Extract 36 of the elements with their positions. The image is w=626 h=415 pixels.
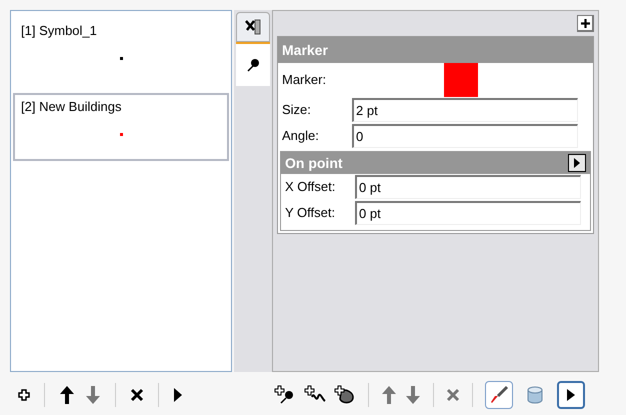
play-icon — [566, 388, 576, 402]
play-button[interactable] — [557, 380, 585, 408]
cylinder-icon — [525, 384, 545, 404]
plus-icon — [580, 18, 590, 28]
section-header: On point — [285, 154, 343, 173]
field-label: X Offset: — [285, 178, 336, 196]
triangle-right-icon — [573, 157, 581, 169]
add-line-icon[interactable] — [304, 384, 326, 404]
expand-arrow-button[interactable] — [568, 154, 586, 172]
arrow-up-icon[interactable] — [59, 384, 75, 404]
input-field[interactable]: 0 — [352, 124, 578, 148]
brush-button[interactable] — [485, 380, 513, 408]
figure-ruler-icon — [244, 18, 262, 36]
input-field[interactable]: 0 pt — [355, 175, 581, 199]
section-header: Marker — [278, 37, 593, 63]
expand-button[interactable] — [577, 15, 594, 32]
field-label: Y Offset: — [285, 204, 336, 222]
symbol-item[interactable]: [2] New Buildings — [13, 93, 229, 161]
field-label: Size: — [282, 101, 312, 120]
side-tab[interactable] — [236, 12, 270, 42]
add-icon[interactable] — [18, 388, 30, 400]
add-point-icon[interactable] — [274, 384, 296, 404]
input-field[interactable]: 0 pt — [355, 201, 581, 225]
symbol-label: [1] Symbol_1 — [21, 22, 98, 40]
field-label: Angle: — [282, 127, 320, 146]
add-area-icon[interactable] — [334, 384, 356, 404]
pin-icon — [245, 57, 261, 73]
symbol-item[interactable]: [1] Symbol_1 — [13, 17, 229, 85]
side-tab[interactable] — [236, 42, 270, 86]
symbol-label: [2] New Buildings — [21, 98, 122, 116]
field-label: Marker: — [282, 71, 328, 90]
color-swatch[interactable] — [444, 63, 478, 97]
input-field[interactable]: 2 pt — [352, 98, 578, 122]
brush-icon — [489, 384, 509, 404]
play-icon[interactable] — [173, 386, 183, 402]
close-icon[interactable] — [130, 388, 144, 402]
